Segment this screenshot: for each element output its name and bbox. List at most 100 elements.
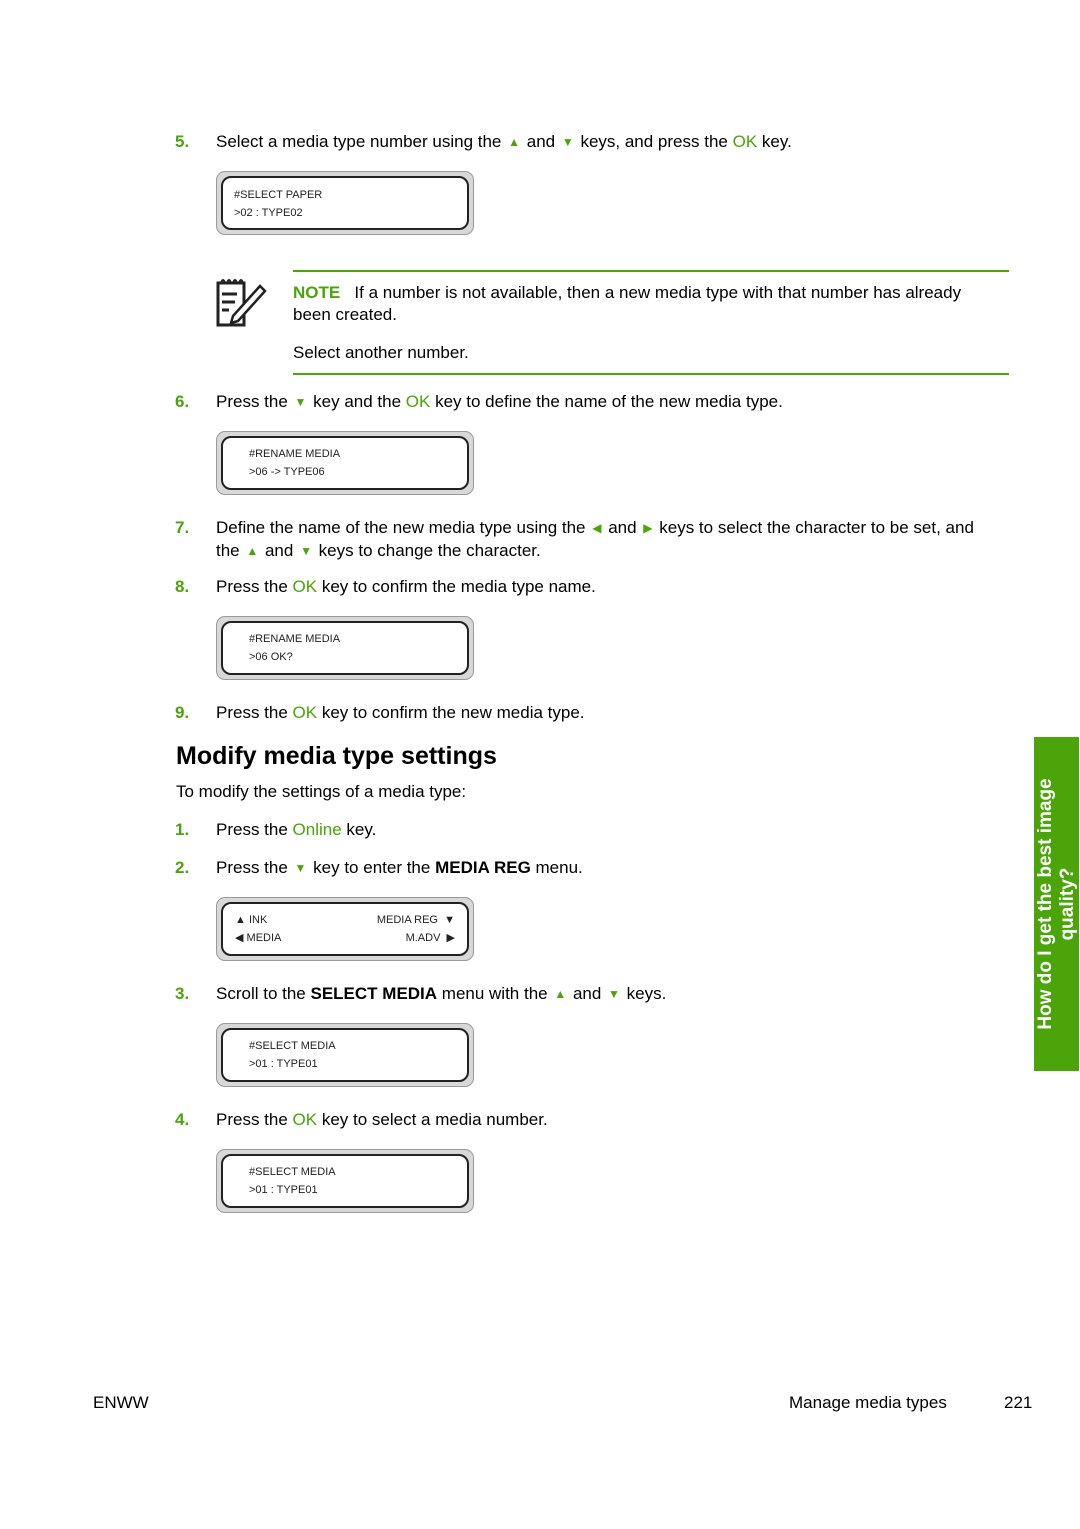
step-8-text: Press the OK key to confirm the media ty… [216,576,596,598]
side-tab-line2: quality? [1056,867,1078,941]
text: the [216,541,245,560]
note-top-rule [293,270,1009,272]
lcd-bottom-right: M.ADV ▶ [406,931,455,945]
text: Press the [216,392,293,411]
lcd-select-media-2: #SELECT MEDIA >01 : TYPE01 [216,1149,474,1213]
right-arrow-icon: ▶ [446,932,455,944]
step-number: 5. [175,132,190,151]
section-step-3-text: Scroll to the SELECT MEDIA menu with the… [216,983,666,1006]
section-intro: To modify the settings of a media type: [176,782,467,801]
lcd-text: MEDIA REG [376,914,438,926]
text: key to enter the [308,858,436,877]
lcd-line-2: >02 : TYPE02 [234,207,303,219]
lcd-line-1: #SELECT PAPER [234,189,323,201]
down-arrow-icon: ▼ [294,861,307,875]
text: key to confirm the new media type. [317,703,585,722]
lcd-select-paper: #SELECT PAPER >02 : TYPE02 [216,171,474,235]
text: Scroll to the [216,984,311,1003]
text: Press the [216,858,293,877]
step-number: 8. [175,577,190,596]
left-arrow-icon: ◀ [235,932,244,944]
ok-key-label: OK [405,392,431,411]
note-text-2: Select another number. [293,343,469,362]
text: and [260,541,299,560]
lcd-text: M.ADV [405,932,441,944]
text: key. [341,820,377,839]
lcd-text: MEDIA [246,932,282,944]
step-6-text: Press the ▼ key and the OK key to define… [216,391,783,414]
text: Define the name of the new media type us… [216,518,591,537]
note-pencil-icon [215,276,269,328]
right-arrow-icon: ▶ [643,521,653,535]
step-5-text: Select a media type number using the ▲ a… [216,131,792,154]
text: keys. [621,984,667,1003]
lcd-rename-media-ok: #RENAME MEDIA >06 OK? [216,616,474,680]
page-number: 221 [1004,1393,1033,1412]
note-text-line2: been created. [293,305,397,324]
text: key to define the name of the new media … [430,392,783,411]
step-number: 1. [175,820,190,839]
side-tab-line1: How do I get the best image [1034,778,1056,1030]
text: Press the [216,577,293,596]
text: Press the [216,820,293,839]
text: Select a media type number using the [216,132,507,151]
step-9-text: Press the OK key to confirm the new medi… [216,702,585,724]
lcd-line-2: >01 : TYPE01 [249,1184,318,1196]
step-number: 2. [175,858,190,877]
step-7-text: Define the name of the new media type us… [216,517,1016,563]
text: and [603,518,642,537]
ok-key-label: OK [292,577,318,596]
text: menu with the [437,984,553,1003]
text: keys to select the character to be set, … [654,518,974,537]
lcd-line-1: #SELECT MEDIA [249,1166,336,1178]
text: key to confirm the media type name. [317,577,596,596]
lcd-rename-media: #RENAME MEDIA >06 -> TYPE06 [216,431,474,495]
up-arrow-icon: ▲ [554,987,567,1001]
note-text-line1: If a number is not available, then a new… [354,283,962,302]
ok-key-label: OK [732,132,758,151]
chapter-side-tab[interactable]: How do I get the best image quality? [1034,737,1079,1071]
lcd-text: INK [248,914,268,926]
lcd-line-1: #RENAME MEDIA [249,633,341,645]
step-number: 7. [175,518,190,537]
lcd-bottom-left: ◀ MEDIA [235,931,281,945]
section-heading: Modify media type settings [176,742,497,770]
lcd-select-media: #SELECT MEDIA >01 : TYPE01 [216,1023,474,1087]
text: keys to change the character. [313,541,541,560]
menu-name: MEDIA REG [435,858,531,877]
text: Press the [216,1110,293,1129]
up-arrow-icon: ▲ [235,914,246,926]
online-key-label: Online [292,820,342,839]
step-number: 9. [175,703,190,722]
down-arrow-icon: ▼ [608,987,620,1001]
text: key to select a media number. [317,1110,548,1129]
lcd-top-right: MEDIA REG ▼ [377,913,455,927]
ok-key-label: OK [292,703,318,722]
lcd-line-1: #RENAME MEDIA [249,448,341,460]
lcd-line-2: >01 : TYPE01 [249,1058,318,1070]
down-arrow-icon: ▼ [294,395,307,409]
text: Press the [216,703,293,722]
text: key. [757,132,792,151]
text: keys, and press the [575,132,733,151]
lcd-line-1: #SELECT MEDIA [249,1040,336,1052]
left-arrow-icon: ◀ [592,521,602,535]
note-text: NOTE If a number is not available, then … [293,282,1013,326]
lcd-top-left: ▲ INK [235,913,267,927]
text: menu. [530,858,583,877]
text: and [568,984,607,1003]
up-arrow-icon: ▲ [246,544,259,558]
down-arrow-icon: ▼ [300,544,312,558]
ok-key-label: OK [292,1110,318,1129]
section-step-4-text: Press the OK key to select a media numbe… [216,1109,548,1131]
lcd-line-2: >06 -> TYPE06 [249,466,325,478]
lcd-line-2: >06 OK? [249,651,293,663]
step-number: 3. [175,984,190,1003]
chapter-side-tab-label: How do I get the best image quality? [1035,744,1079,1064]
section-step-2-text: Press the ▼ key to enter the MEDIA REG m… [216,857,583,880]
step-number: 4. [175,1110,190,1129]
text: and [522,132,560,151]
note-bottom-rule [293,373,1009,375]
footer-section: Manage media types [789,1393,947,1412]
step-number: 6. [175,392,190,411]
